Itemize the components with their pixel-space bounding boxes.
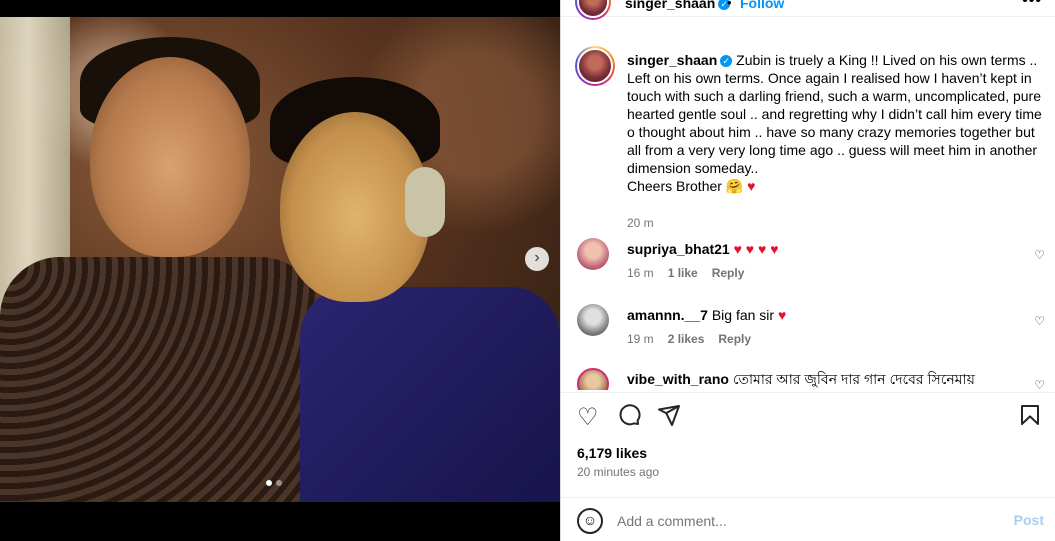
paper-plane-icon[interactable] bbox=[657, 403, 681, 434]
comment-time: 19 m bbox=[627, 332, 654, 346]
bookmark-icon[interactable] bbox=[1018, 403, 1042, 434]
caption-timestamp: 20 m bbox=[627, 216, 654, 230]
like-comment-heart-icon[interactable]: ♡ bbox=[1034, 378, 1045, 390]
commenter-username[interactable]: vibe_with_rano bbox=[627, 371, 729, 387]
caption-signoff: Cheers Brother 🤗 bbox=[627, 178, 744, 194]
comment-item: supriya_bhat21 ♥ ♥ ♥ ♥ 16 m 1 like Reply… bbox=[575, 238, 1045, 288]
like-comment-heart-icon[interactable]: ♡ bbox=[1034, 314, 1045, 328]
post-photo[interactable] bbox=[0, 17, 560, 502]
comments-section[interactable]: singer_shaan ✓ Zubin is truely a King !! … bbox=[561, 30, 1055, 390]
caption-body: Zubin is truely a King !! Lived on his o… bbox=[627, 52, 1042, 176]
red-hearts-emoji: ♥ ♥ ♥ ♥ bbox=[733, 241, 779, 257]
commenter-avatar[interactable] bbox=[577, 368, 609, 390]
comment-item: amannn.__7 Big fan sir ♥ 19 m 2 likes Re… bbox=[575, 304, 1045, 354]
likes-count[interactable]: 6,179 likes bbox=[577, 445, 647, 461]
post-sidebar: singer_shaan ✓ • Follow ••• singer_shaan ✓… bbox=[560, 0, 1055, 541]
verified-icon: ✓ bbox=[720, 55, 733, 68]
post-media: › bbox=[0, 0, 560, 541]
reply-button[interactable]: Reply bbox=[712, 266, 745, 280]
red-heart-emoji: ♥ bbox=[777, 307, 787, 323]
author-avatar[interactable] bbox=[575, 0, 611, 20]
carousel-dot bbox=[276, 480, 282, 486]
carousel-next-button[interactable]: › bbox=[525, 247, 549, 271]
comment-likes[interactable]: 1 like bbox=[668, 266, 698, 280]
comment-time: 16 m bbox=[627, 266, 654, 280]
carousel-dot-active bbox=[266, 480, 272, 486]
carousel-indicator bbox=[266, 480, 282, 486]
emoji-icon[interactable]: ☺ bbox=[577, 508, 603, 534]
more-options-icon[interactable]: ••• bbox=[1022, 0, 1042, 10]
commenter-username[interactable]: amannn.__7 bbox=[627, 307, 708, 323]
post-timestamp[interactable]: 20 minutes ago bbox=[577, 465, 659, 479]
caption-avatar[interactable] bbox=[575, 46, 615, 86]
like-comment-heart-icon[interactable]: ♡ bbox=[1034, 248, 1045, 262]
comment-item: vibe_with_rano তোমার আর জুবিন দার গান দে… bbox=[575, 368, 1045, 390]
commenter-avatar[interactable] bbox=[577, 304, 609, 336]
post-header: singer_shaan ✓ • Follow ••• bbox=[561, 0, 1055, 20]
heart-outline-icon[interactable]: ♡ bbox=[577, 403, 599, 432]
comment-bar: ☺ Post bbox=[561, 497, 1055, 541]
headphone bbox=[405, 167, 445, 237]
comment-likes[interactable]: 2 likes bbox=[668, 332, 705, 346]
commenter-username[interactable]: supriya_bhat21 bbox=[627, 241, 730, 257]
commenter-avatar[interactable] bbox=[577, 238, 609, 270]
add-comment-input[interactable] bbox=[617, 508, 997, 534]
author-username[interactable]: singer_shaan ✓ bbox=[625, 0, 731, 11]
follow-button[interactable]: Follow bbox=[740, 0, 784, 11]
reply-button[interactable]: Reply bbox=[718, 332, 751, 346]
comment-bubble-icon[interactable] bbox=[617, 403, 641, 434]
post-actions: ♡ 6,179 likes 20 minutes ago ☺ Post bbox=[561, 392, 1055, 541]
red-heart-icon: ♥ bbox=[747, 178, 756, 194]
post-comment-button[interactable]: Post bbox=[1014, 512, 1044, 528]
caption-username[interactable]: singer_shaan bbox=[627, 52, 717, 68]
